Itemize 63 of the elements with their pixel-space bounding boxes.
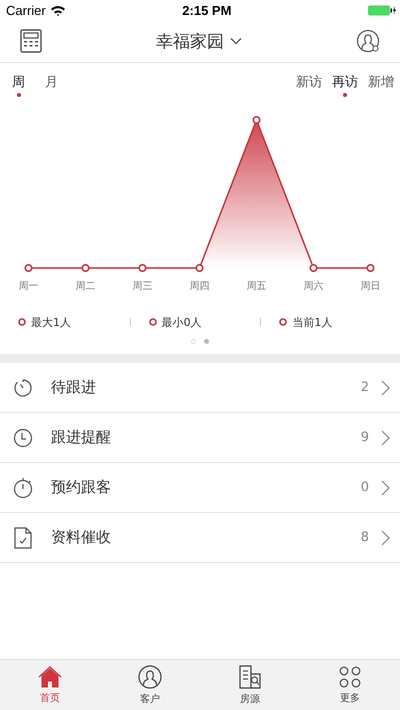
axis-label: 周六 <box>302 280 324 293</box>
data-point <box>196 264 204 272</box>
item-label: 待跟进 <box>51 378 97 397</box>
stopwatch-icon <box>13 476 33 498</box>
axis-label: 周四 <box>188 280 210 293</box>
item-count: 8 <box>360 530 369 545</box>
axis-label: 周五 <box>246 280 268 293</box>
stat-label: 最大1人 <box>31 314 71 330</box>
chevron-icon <box>381 380 390 396</box>
visit-type-tab[interactable]: 新增 <box>368 73 394 99</box>
list-item[interactable]: 跟进提醒 9 <box>0 413 400 463</box>
stat-label: 最小0人 <box>162 314 202 330</box>
tab-bar-item[interactable]: 客户 <box>100 660 200 710</box>
ring-icon <box>18 318 26 326</box>
list-item[interactable]: 资料催收 8 <box>0 513 400 563</box>
list-item[interactable]: 预约跟客 0 <box>0 463 400 513</box>
wifi-icon <box>50 4 66 16</box>
item-label: 资料催收 <box>51 528 112 547</box>
axis-label: 周三 <box>132 280 154 293</box>
item-label: 预约跟客 <box>51 478 112 497</box>
ring-icon <box>279 318 288 326</box>
visit-type-tab[interactable]: 新访 <box>296 73 322 99</box>
page-dot[interactable] <box>191 338 196 344</box>
axis-label: 周日 <box>360 280 382 293</box>
visit-type-tab[interactable]: 再访 <box>332 73 358 99</box>
battery-icon <box>368 4 396 16</box>
user-icon <box>138 664 162 688</box>
period-tab[interactable]: 月 <box>45 73 58 99</box>
calculator-icon[interactable] <box>20 29 42 53</box>
community-selector[interactable]: 幸福家园 <box>156 30 242 52</box>
caret-icon <box>230 37 242 45</box>
grid-dots-icon <box>338 666 362 688</box>
axis-label: 周二 <box>74 280 96 293</box>
data-point <box>138 264 146 272</box>
axis-label: 周一 <box>18 280 40 293</box>
clock-time: 2:15 PM <box>181 2 232 18</box>
user-settings-icon[interactable] <box>356 29 380 53</box>
list-item[interactable]: 待跟进 2 <box>0 363 400 413</box>
tab-bar-item[interactable]: 房源 <box>200 660 300 710</box>
item-count: 2 <box>360 380 369 395</box>
ring-icon <box>148 318 157 326</box>
stat-label: 当前1人 <box>292 314 332 330</box>
chevron-icon <box>381 480 390 496</box>
carrier-name: Carrier <box>6 2 46 18</box>
tab-bar-item[interactable]: 更多 <box>300 660 400 710</box>
home-icon <box>38 666 62 688</box>
clock-icon <box>13 428 33 448</box>
tab-bar-item[interactable]: 首页 <box>0 660 100 710</box>
data-point <box>252 116 260 124</box>
item-label: 跟进提醒 <box>51 428 112 447</box>
data-point <box>310 264 318 272</box>
chevron-icon <box>381 430 390 446</box>
item-count: 0 <box>360 480 369 495</box>
page-dot[interactable] <box>204 338 209 344</box>
document-check-icon <box>13 526 33 548</box>
period-tab[interactable]: 周 <box>12 73 25 99</box>
building-search-icon <box>238 664 262 688</box>
data-point <box>366 264 374 272</box>
chevron-icon <box>381 530 390 546</box>
data-point <box>24 264 32 272</box>
item-count: 9 <box>360 430 369 445</box>
timer-icon <box>13 378 33 398</box>
data-point <box>82 264 90 272</box>
